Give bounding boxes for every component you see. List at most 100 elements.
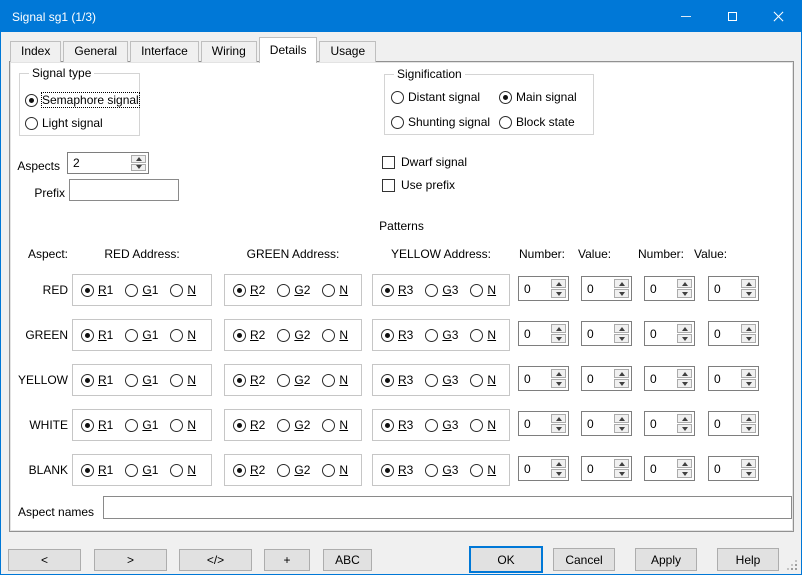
radio-n-white[interactable]: N: [322, 418, 348, 432]
spin-down-button[interactable]: [741, 289, 756, 298]
radio-n-yellow[interactable]: N: [470, 373, 496, 387]
spin-up-button[interactable]: [677, 414, 692, 423]
spin-up-button[interactable]: [741, 324, 756, 333]
radio-g3-red[interactable]: G3: [425, 283, 458, 297]
value-spinner-1-red[interactable]: 0: [581, 276, 632, 301]
spin-up-button[interactable]: [741, 414, 756, 423]
spin-down-button[interactable]: [614, 289, 629, 298]
spin-up-button[interactable]: [677, 459, 692, 468]
number-spinner-2-white[interactable]: 0: [644, 411, 695, 436]
radio-r2-white[interactable]: R2: [233, 418, 265, 432]
code-button[interactable]: </>: [179, 549, 252, 571]
spin-down-button[interactable]: [677, 289, 692, 298]
spin-down-button[interactable]: [614, 334, 629, 343]
value-spinner-2-yellow[interactable]: 0: [708, 366, 759, 391]
number-spinner-1-red[interactable]: 0: [518, 276, 569, 301]
next-button[interactable]: >: [94, 549, 167, 571]
radio-g3-blank[interactable]: G3: [425, 463, 458, 477]
radio-n-green[interactable]: N: [470, 328, 496, 342]
prefix-input[interactable]: [69, 179, 179, 201]
radio-light-signal[interactable]: Light signal: [25, 116, 103, 130]
spin-up-button[interactable]: [614, 414, 629, 423]
tab-interface[interactable]: Interface: [130, 41, 199, 62]
cancel-button[interactable]: Cancel: [553, 548, 615, 571]
radio-r2-yellow[interactable]: R2: [233, 373, 265, 387]
spin-down-button[interactable]: [131, 164, 146, 172]
spin-up-button[interactable]: [551, 279, 566, 288]
radio-g1-white[interactable]: G1: [125, 418, 158, 432]
minimize-button[interactable]: [663, 1, 709, 32]
spin-down-button[interactable]: [614, 379, 629, 388]
radio-g2-yellow[interactable]: G2: [277, 373, 310, 387]
radio-r3-white[interactable]: R3: [381, 418, 413, 432]
radio-n-red[interactable]: N: [322, 283, 348, 297]
spin-up-button[interactable]: [741, 459, 756, 468]
number-spinner-2-green[interactable]: 0: [644, 321, 695, 346]
radio-n-green[interactable]: N: [170, 328, 196, 342]
radio-r3-red[interactable]: R3: [381, 283, 413, 297]
plus-button[interactable]: +: [264, 549, 310, 571]
radio-g1-green[interactable]: G1: [125, 328, 158, 342]
radio-r3-yellow[interactable]: R3: [381, 373, 413, 387]
help-button[interactable]: Help: [717, 548, 779, 571]
radio-r3-green[interactable]: R3: [381, 328, 413, 342]
value-spinner-1-yellow[interactable]: 0: [581, 366, 632, 391]
radio-g3-white[interactable]: G3: [425, 418, 458, 432]
tab-wiring[interactable]: Wiring: [201, 41, 257, 62]
radio-g1-yellow[interactable]: G1: [125, 373, 158, 387]
maximize-button[interactable]: [709, 1, 755, 32]
spin-down-button[interactable]: [741, 379, 756, 388]
radio-g2-white[interactable]: G2: [277, 418, 310, 432]
radio-n-green[interactable]: N: [322, 328, 348, 342]
spin-up-button[interactable]: [614, 459, 629, 468]
radio-n-white[interactable]: N: [170, 418, 196, 432]
radio-r2-green[interactable]: R2: [233, 328, 265, 342]
radio-r2-blank[interactable]: R2: [233, 463, 265, 477]
spin-up-button[interactable]: [551, 369, 566, 378]
spin-up-button[interactable]: [741, 279, 756, 288]
spin-up-button[interactable]: [551, 324, 566, 333]
number-spinner-2-yellow[interactable]: 0: [644, 366, 695, 391]
spin-up-button[interactable]: [614, 324, 629, 333]
spin-down-button[interactable]: [677, 424, 692, 433]
aspects-spinner[interactable]: 2: [67, 152, 149, 174]
radio-n-red[interactable]: N: [470, 283, 496, 297]
spin-up-button[interactable]: [614, 279, 629, 288]
number-spinner-1-green[interactable]: 0: [518, 321, 569, 346]
radio-n-blank[interactable]: N: [170, 463, 196, 477]
spin-down-button[interactable]: [741, 469, 756, 478]
radio-shunting-signal[interactable]: Shunting signal: [391, 115, 490, 129]
value-spinner-2-red[interactable]: 0: [708, 276, 759, 301]
radio-r1-red[interactable]: R1: [81, 283, 113, 297]
radio-r3-blank[interactable]: R3: [381, 463, 413, 477]
spin-down-button[interactable]: [551, 379, 566, 388]
radio-r2-red[interactable]: R2: [233, 283, 265, 297]
resize-grip[interactable]: [785, 558, 797, 570]
apply-button[interactable]: Apply: [635, 548, 697, 571]
radio-distant-signal[interactable]: Distant signal: [391, 90, 480, 104]
radio-n-yellow[interactable]: N: [322, 373, 348, 387]
radio-n-yellow[interactable]: N: [170, 373, 196, 387]
aspect-names-input[interactable]: [103, 496, 792, 519]
radio-g2-green[interactable]: G2: [277, 328, 310, 342]
radio-r1-yellow[interactable]: R1: [81, 373, 113, 387]
radio-r1-white[interactable]: R1: [81, 418, 113, 432]
tab-general[interactable]: General: [63, 41, 128, 62]
value-spinner-1-blank[interactable]: 0: [581, 456, 632, 481]
radio-main-signal[interactable]: Main signal: [499, 90, 577, 104]
prev-button[interactable]: <: [8, 549, 81, 571]
spin-up-button[interactable]: [677, 369, 692, 378]
spin-down-button[interactable]: [614, 469, 629, 478]
spin-up-button[interactable]: [677, 279, 692, 288]
radio-n-red[interactable]: N: [170, 283, 196, 297]
radio-semaphore-signal[interactable]: Semaphore signal: [25, 93, 139, 107]
spin-down-button[interactable]: [551, 424, 566, 433]
spin-up-button[interactable]: [741, 369, 756, 378]
radio-r1-blank[interactable]: R1: [81, 463, 113, 477]
number-spinner-2-red[interactable]: 0: [644, 276, 695, 301]
abc-button[interactable]: ABC: [323, 549, 372, 571]
value-spinner-2-blank[interactable]: 0: [708, 456, 759, 481]
tab-index[interactable]: Index: [10, 41, 61, 62]
value-spinner-2-green[interactable]: 0: [708, 321, 759, 346]
spin-up-button[interactable]: [677, 324, 692, 333]
